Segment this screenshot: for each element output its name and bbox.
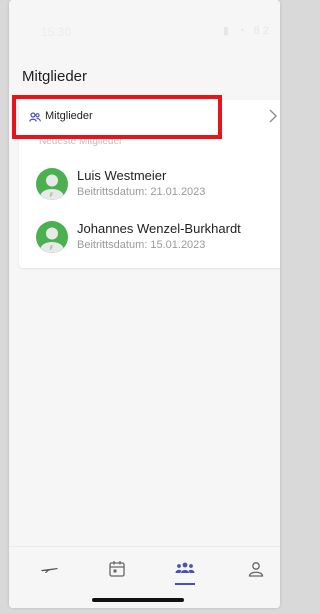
nav-item-flights[interactable] [37,557,61,581]
member-name: Luis Westmeier [77,168,167,183]
group-icon [175,562,195,573]
avatar: JF [36,168,68,200]
svg-text:JF: JF [49,192,54,197]
avatar: JF [36,221,68,253]
list-item[interactable]: JF Johannes Wenzel-Burkhardt Beitrittsda… [19,221,280,265]
status-bar: 15:30 ▮ ◔ 82 [9,0,280,58]
plane-icon [41,568,58,573]
member-join-date: Beitrittsdatum: 15.01.2023 [77,239,206,251]
svg-text:JF: JF [49,245,54,250]
status-time: 15:30 [41,25,72,39]
nav-item-profile[interactable] [244,557,268,581]
person-icon [248,562,264,577]
calendar-icon [109,561,125,577]
home-indicator [92,598,184,602]
phone-screen: 15:30 ▮ ◔ 82 Mitglieder Mitglieder Neues… [9,0,280,608]
nav-item-members[interactable] [173,557,197,581]
list-item[interactable]: JF Luis Westmeier Beitrittsdatum: 21.01.… [19,168,280,212]
nav-active-indicator [175,583,195,585]
member-join-date: Beitrittsdatum: 21.01.2023 [77,186,206,198]
page-title: Mitglieder [22,68,88,85]
nav-item-calendar[interactable] [105,557,129,581]
chevron-right-icon [269,109,277,123]
member-name: Johannes Wenzel-Burkhardt [77,221,241,236]
status-icons: ▮ ◔ 82 [222,25,272,37]
highlight-box [12,95,222,139]
